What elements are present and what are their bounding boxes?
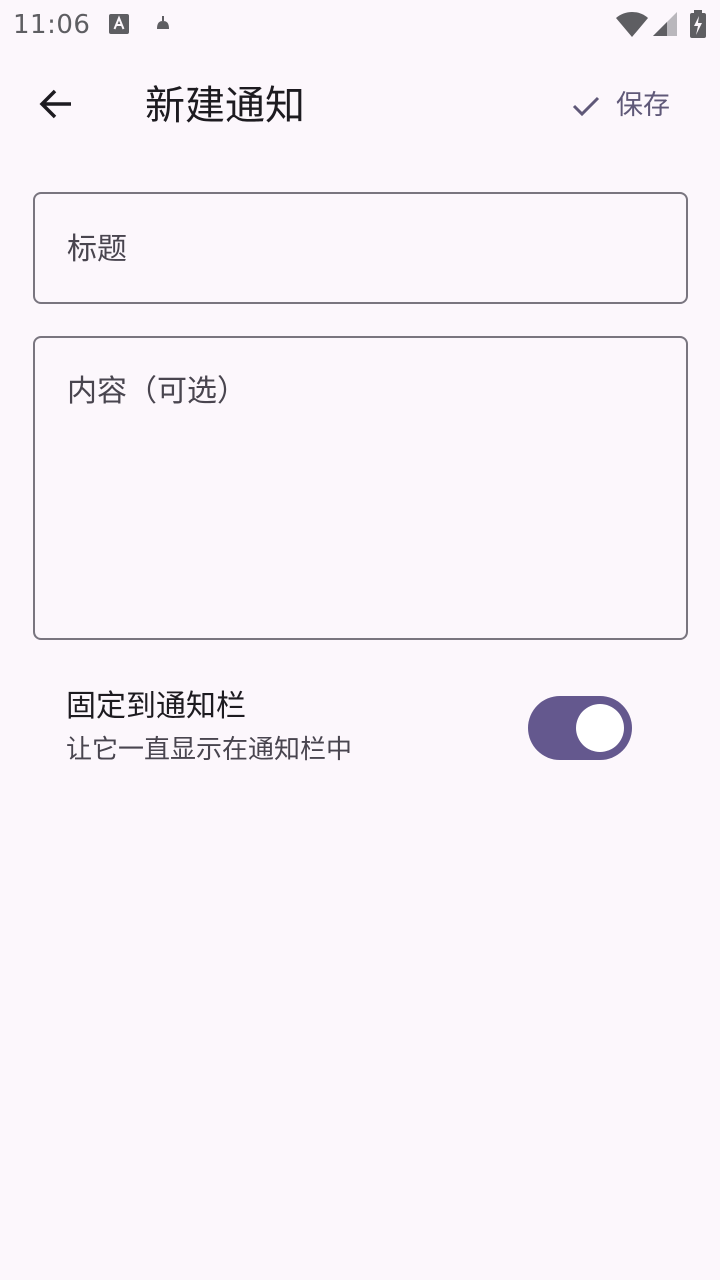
signal-icon bbox=[653, 12, 677, 36]
arrow-back-icon bbox=[39, 89, 71, 119]
battery-charging-icon bbox=[690, 10, 706, 38]
top-app-bar: 新建通知 保存 bbox=[0, 52, 720, 160]
save-button[interactable]: 保存 bbox=[572, 80, 702, 132]
title-input[interactable]: 标题 bbox=[33, 192, 688, 304]
switch-thumb bbox=[576, 704, 624, 752]
content-placeholder: 内容（可选） bbox=[67, 374, 247, 409]
check-icon bbox=[572, 96, 600, 117]
accessibility-a-icon bbox=[109, 14, 129, 34]
back-button[interactable] bbox=[26, 74, 86, 134]
android-icon bbox=[157, 16, 169, 29]
status-time: 11:06 bbox=[13, 10, 91, 40]
page-title: 新建通知 bbox=[145, 83, 305, 129]
save-label: 保存 bbox=[616, 90, 670, 121]
wifi-icon bbox=[616, 12, 648, 37]
content-input[interactable]: 内容（可选） bbox=[33, 336, 688, 640]
title-placeholder: 标题 bbox=[67, 232, 127, 267]
pin-to-notification-setting[interactable]: 固定到通知栏 让它一直显示在通知栏中 bbox=[0, 676, 720, 786]
status-bar: 11:06 bbox=[0, 0, 720, 52]
pin-setting-subtitle: 让它一直显示在通知栏中 bbox=[66, 735, 353, 765]
pin-toggle-switch[interactable] bbox=[528, 696, 632, 760]
pin-setting-title: 固定到通知栏 bbox=[66, 689, 246, 724]
